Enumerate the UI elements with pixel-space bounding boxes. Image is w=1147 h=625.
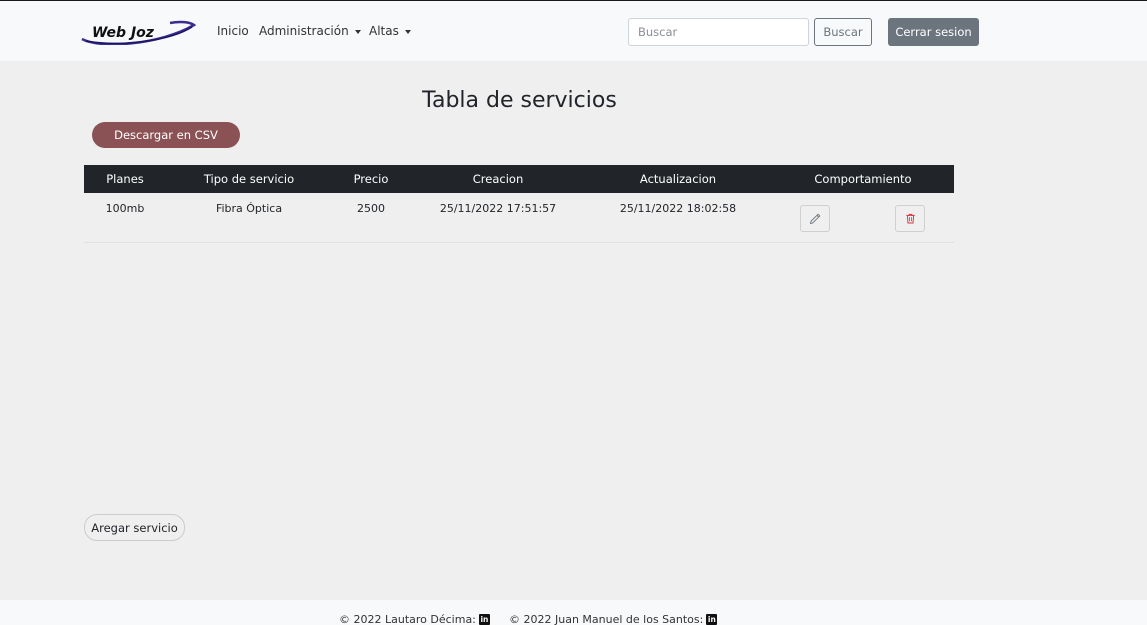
page-title: Tabla de servicios: [422, 88, 617, 113]
logout-button[interactable]: Cerrar sesion: [888, 18, 979, 46]
cell-actualizacion: 25/11/2022 18:02:58: [619, 202, 737, 215]
search-button[interactable]: Buscar: [814, 18, 872, 46]
table-row: 100mb Fibra Óptica 2500 25/11/2022 17:51…: [84, 193, 954, 243]
add-service-button[interactable]: Aregar servicio: [84, 514, 185, 541]
nav-link-inicio[interactable]: Inicio: [217, 24, 249, 38]
caret-down-icon: [354, 29, 361, 34]
footer-credit-text: © 2022 Lautaro Décima:: [339, 613, 476, 625]
column-header-planes: Planes: [106, 172, 144, 186]
pencil-icon: [810, 213, 821, 224]
column-header-creacion: Creacion: [472, 172, 524, 186]
footer: © 2022 Lautaro Décima: in © 2022 Juan Ma…: [0, 600, 1147, 625]
caret-down-icon: [404, 29, 411, 34]
trash-icon: [905, 213, 915, 224]
nav-link-label: Administración: [259, 24, 349, 38]
delete-button[interactable]: [895, 205, 925, 232]
search-input[interactable]: [628, 18, 809, 46]
table-header: Planes Tipo de servicio Precio Creacion …: [84, 165, 954, 193]
column-header-tipo: Tipo de servicio: [203, 172, 295, 186]
linkedin-icon[interactable]: in: [478, 614, 490, 625]
nav-link-label: Inicio: [217, 24, 249, 38]
svg-text:Web Joz: Web Joz: [92, 25, 155, 41]
column-header-precio: Precio: [353, 172, 389, 186]
cell-plan: 100mb: [105, 202, 145, 215]
footer-credit-2: © 2022 Juan Manuel de los Santos: in: [509, 613, 718, 625]
cell-precio: 2500: [357, 202, 385, 215]
linkedin-icon[interactable]: in: [706, 614, 718, 625]
footer-credit-1: © 2022 Lautaro Décima: in: [339, 613, 490, 625]
brand-logo-icon: Web Joz: [81, 20, 197, 46]
cell-tipo: Fibra Óptica: [215, 202, 283, 215]
column-header-actualizacion: Actualizacion: [639, 172, 717, 186]
column-header-comportamiento: Comportamiento: [814, 172, 912, 186]
cell-creacion: 25/11/2022 17:51:57: [439, 202, 557, 215]
brand-logo[interactable]: Web Joz: [80, 19, 197, 46]
navbar: Web Joz Inicio Administración Altas Busc…: [0, 0, 1147, 61]
edit-button[interactable]: [800, 205, 830, 232]
footer-credit-text: © 2022 Juan Manuel de los Santos:: [509, 613, 704, 625]
download-csv-button[interactable]: Descargar en CSV: [92, 122, 240, 148]
nav-link-label: Altas: [369, 24, 399, 38]
nav-link-administracion[interactable]: Administración: [259, 24, 361, 38]
nav-link-altas[interactable]: Altas: [369, 24, 411, 38]
